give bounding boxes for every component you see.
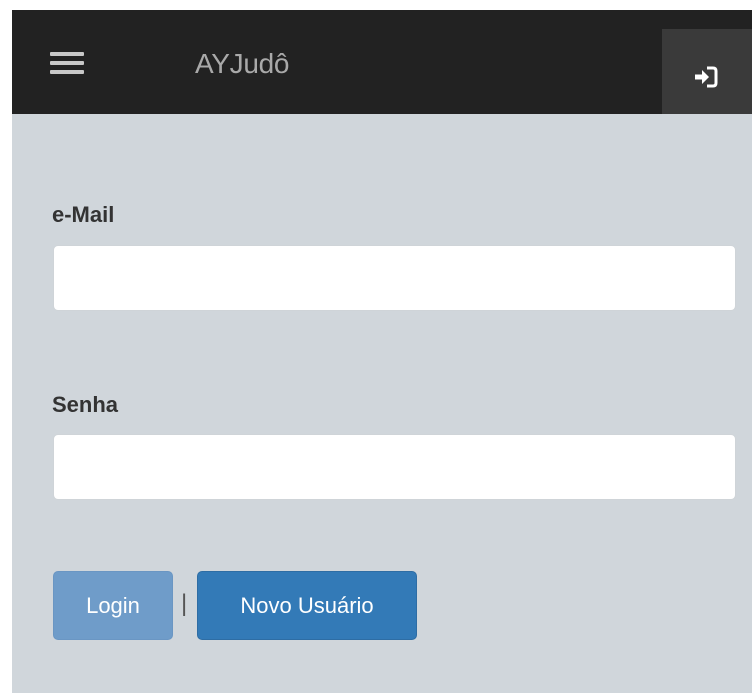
- top-navbar: AYJudô: [12, 10, 752, 114]
- hamburger-bar: [50, 70, 84, 74]
- app-frame: AYJudô e-Mail Senha Login | Novo Usuário: [12, 10, 752, 693]
- new-user-button[interactable]: Novo Usuário: [197, 571, 417, 640]
- login-button[interactable]: Login: [53, 571, 173, 640]
- email-label: e-Mail: [52, 202, 115, 227]
- button-separator: |: [181, 590, 188, 617]
- hamburger-bar: [50, 52, 84, 56]
- email-input[interactable]: [53, 245, 736, 311]
- senha-input[interactable]: [53, 434, 736, 500]
- sign-in-icon: [695, 66, 718, 88]
- login-nav-button[interactable]: [662, 29, 752, 114]
- hamburger-bar: [50, 61, 84, 65]
- senha-label: Senha: [52, 392, 119, 417]
- brand-title[interactable]: AYJudô: [195, 48, 290, 80]
- hamburger-icon[interactable]: [50, 50, 84, 76]
